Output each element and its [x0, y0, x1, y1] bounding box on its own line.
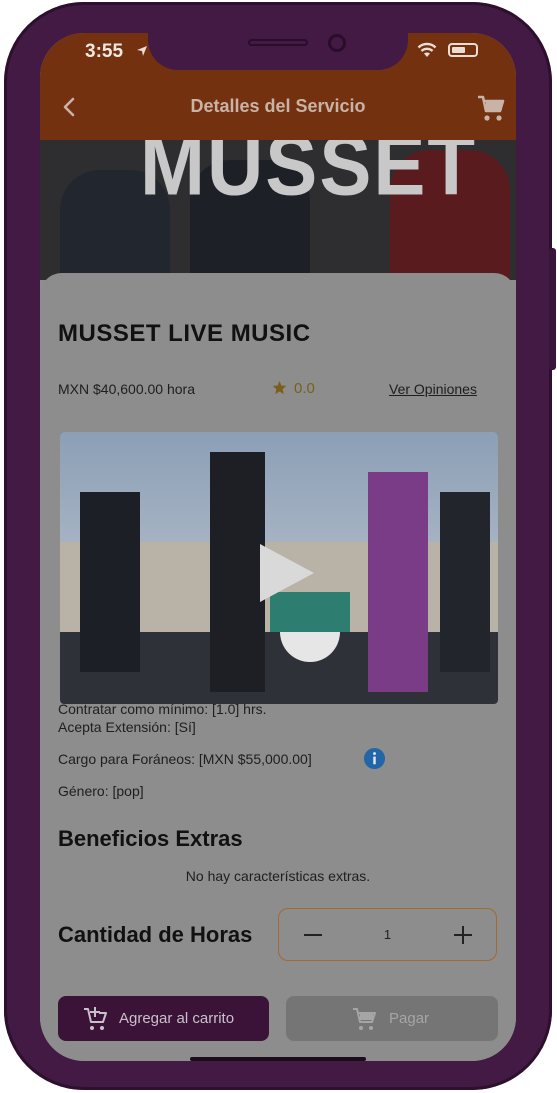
hero-image: MUSSET — [40, 140, 516, 280]
pay-button[interactable]: Pagar — [286, 996, 498, 1041]
page-title: Detalles del Servicio — [190, 96, 366, 116]
foreign-fee-text: Cargo para Foráneos: [MXN $55,000.00] — [58, 751, 312, 767]
play-icon[interactable] — [256, 542, 316, 604]
speaker-grille — [248, 39, 308, 46]
service-price: MXN $40,600.00 hora — [58, 381, 195, 397]
navigation-bar: 3:55 Detalles del Servicio — [40, 33, 516, 140]
battery-icon — [448, 43, 478, 57]
plus-icon[interactable] — [453, 925, 473, 945]
add-cart-icon — [84, 1007, 107, 1030]
hero-title: MUSSET — [140, 140, 478, 214]
service-rating: 0.0 — [294, 380, 315, 397]
genre-text: Género: [pop] — [58, 783, 144, 799]
extras-empty-text: No hay características extras. — [185, 868, 371, 884]
pay-label: Pagar — [389, 1010, 430, 1027]
location-arrow-icon — [137, 46, 147, 56]
phone-notch — [148, 33, 408, 70]
status-time: 3:55 — [85, 41, 124, 62]
wifi-icon — [417, 42, 437, 57]
service-title: MUSSET LIVE MUSIC — [58, 320, 311, 347]
star-icon — [272, 380, 287, 395]
service-video[interactable] — [60, 432, 498, 704]
add-to-cart-button[interactable]: Agregar al carrito — [58, 996, 269, 1041]
view-opinions-link[interactable]: Ver Opiniones — [389, 381, 477, 397]
extras-title: Beneficios Extras — [58, 826, 243, 851]
hours-stepper[interactable]: 1 — [278, 908, 497, 961]
hours-title: Cantidad de Horas — [58, 922, 253, 947]
home-indicator — [190, 1057, 366, 1061]
min-hire-text: Contratar como mínimo: [1.0] hrs. — [58, 701, 267, 717]
cart-icon[interactable] — [476, 93, 506, 123]
info-icon[interactable] — [363, 747, 386, 770]
add-to-cart-label: Agregar al carrito — [119, 1010, 235, 1027]
app-screen: 3:55 Detalles del Servicio MUSSET MUSSET… — [40, 33, 516, 1061]
front-camera — [328, 34, 346, 52]
phone-side-button — [549, 248, 556, 370]
extension-text: Acepta Extensión: [Sí] — [58, 719, 196, 735]
cart-icon — [353, 1008, 376, 1030]
service-detail-card: MUSSET LIVE MUSIC MXN $40,600.00 hora 0.… — [40, 273, 516, 1061]
